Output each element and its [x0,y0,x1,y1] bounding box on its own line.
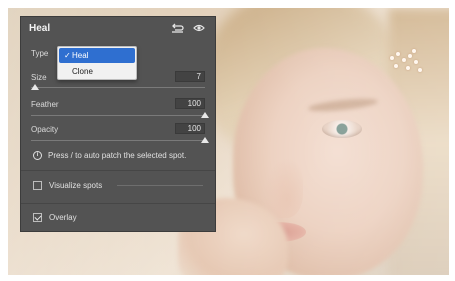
size-label: Size [31,73,47,82]
opacity-row: Opacity 100 [31,123,209,147]
checkmark-icon: ✓ [64,51,71,60]
type-label: Type [31,49,49,58]
feather-row: Feather 100 [31,98,209,122]
overlay-checkbox[interactable] [33,213,42,222]
opacity-slider-handle[interactable] [201,137,209,143]
size-slider-track[interactable] [31,87,205,88]
type-option-clone-label: Clone [72,67,93,76]
reset-icon[interactable] [169,22,185,34]
heal-panel: Heal Type Size 7 Feather 100 Opacity 100… [20,16,216,232]
visualize-spots-line [117,185,203,186]
opacity-value-field[interactable]: 100 [175,123,205,134]
size-slider-handle[interactable] [31,84,39,90]
info-icon: i [33,151,42,160]
divider [21,203,215,204]
feather-label: Feather [31,100,59,109]
size-value-field[interactable]: 7 [175,71,205,82]
visualize-spots-checkbox[interactable] [33,181,42,190]
overlay-label: Overlay [49,213,77,222]
auto-patch-hint: i Press / to auto patch the selected spo… [33,151,207,160]
feather-value-field[interactable]: 100 [175,98,205,109]
visibility-eye-icon[interactable] [191,22,207,34]
panel-title: Heal [29,22,51,34]
feather-slider-track[interactable] [31,115,205,116]
panel-header: Heal [21,17,215,39]
visualize-spots-label: Visualize spots [49,181,103,190]
feather-slider-handle[interactable] [201,112,209,118]
type-option-heal-label: Heal [72,51,89,60]
spot-markers[interactable] [388,48,428,78]
opacity-slider-track[interactable] [31,140,205,141]
type-dropdown-menu[interactable]: ✓Heal Clone [57,46,137,80]
hint-text: Press / to auto patch the selected spot. [48,151,187,160]
type-option-heal[interactable]: ✓Heal [59,48,135,63]
visualize-spots-toggle[interactable]: Visualize spots [33,181,102,190]
type-option-clone[interactable]: Clone [59,64,135,79]
overlay-toggle[interactable]: Overlay [33,213,77,222]
opacity-label: Opacity [31,125,59,134]
divider [21,170,215,171]
